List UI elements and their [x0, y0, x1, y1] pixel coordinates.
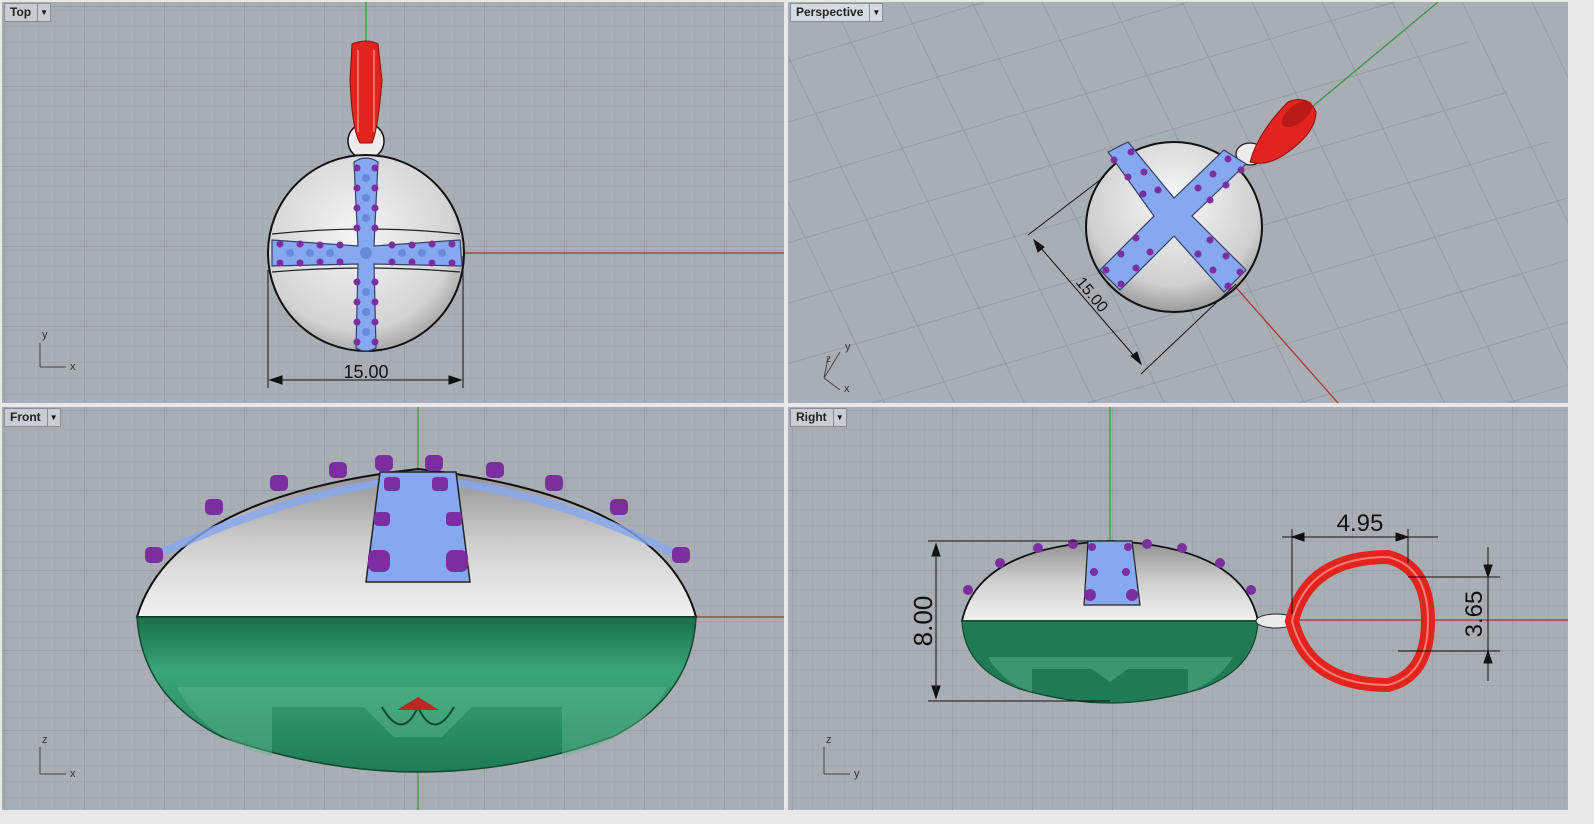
right-view-canvas[interactable]: 8.00 4.95 3.65 z y	[788, 407, 1568, 810]
viewport-tab-perspective[interactable]: Perspective ▼	[790, 3, 884, 22]
chevron-down-icon[interactable]: ▼	[46, 409, 60, 426]
viewport-right[interactable]: Right ▼ 8.00 4.95 3.65 z y	[788, 407, 1568, 810]
pendant-front[interactable]	[135, 455, 698, 773]
viewport-front[interactable]: Front ▼ z x	[2, 407, 784, 810]
dimension-label: 15.00	[343, 362, 388, 382]
dimension-height-label: 8.00	[908, 596, 938, 647]
chevron-down-icon[interactable]: ▼	[37, 4, 50, 21]
axis-label-h: x	[70, 768, 76, 780]
viewport-label: Front	[10, 410, 41, 424]
dimension-bail-height-label: 3.65	[1461, 591, 1488, 638]
chevron-down-icon[interactable]: ▼	[832, 409, 846, 426]
viewport-label: Perspective	[796, 5, 864, 19]
axis-label-v: z	[826, 734, 832, 746]
viewport-label: Top	[10, 5, 32, 19]
viewport-tab-right[interactable]: Right ▼	[790, 408, 847, 427]
chevron-down-icon[interactable]: ▼	[869, 4, 882, 21]
front-view-canvas[interactable]: z x	[2, 407, 784, 810]
viewport-label: Right	[796, 410, 827, 424]
axis-label-v: z	[42, 734, 48, 746]
perspective-view-canvas[interactable]: 15.00 z y x	[788, 2, 1568, 403]
top-view-canvas[interactable]: 15.00 y x	[2, 2, 784, 403]
axis-label-z: z	[826, 354, 831, 365]
viewport-top[interactable]: Top ▼ 15.00 y x	[2, 2, 784, 403]
axis-label-h: x	[844, 383, 850, 395]
viewport-perspective[interactable]: Perspective ▼ 15.00 z y x	[788, 2, 1568, 403]
viewport-tab-front[interactable]: Front ▼	[4, 408, 61, 427]
dimension-bail-width-label: 4.95	[1337, 510, 1384, 537]
axis-label-v: y	[845, 341, 851, 353]
viewport-tab-top[interactable]: Top ▼	[4, 3, 52, 22]
pendant-perspective[interactable]	[1085, 96, 1317, 313]
axis-label-v: y	[42, 329, 48, 341]
axis-label-h: x	[70, 361, 76, 373]
axis-label-h: y	[854, 768, 860, 780]
x-axis-line	[1232, 283, 1339, 403]
